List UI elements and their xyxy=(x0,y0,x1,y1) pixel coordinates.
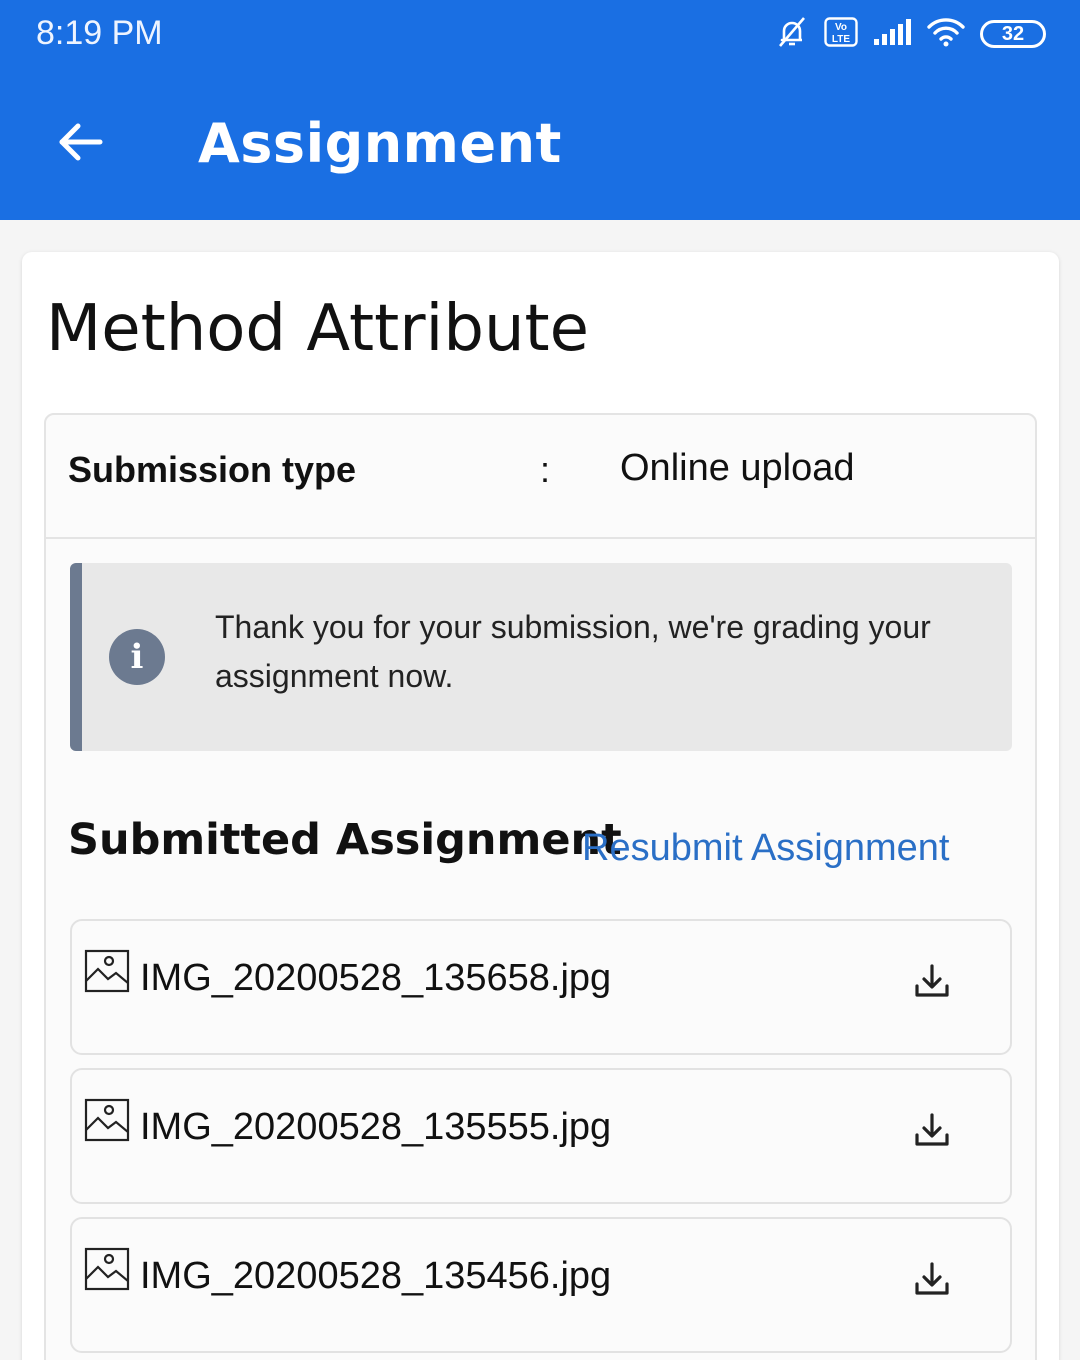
file-name: IMG_20200528_135555.jpg xyxy=(140,1106,612,1148)
submitted-assignment-heading: Submitted Assignment xyxy=(68,815,622,865)
info-icon: i xyxy=(109,629,165,685)
submission-type-row: Submission type : Online upload xyxy=(46,415,1035,539)
wifi-icon xyxy=(926,16,966,53)
download-icon xyxy=(915,964,949,997)
download-button[interactable] xyxy=(910,1257,954,1301)
image-icon xyxy=(84,1098,130,1142)
download-icon xyxy=(915,1113,949,1146)
submission-type-label: Submission type xyxy=(68,449,357,490)
app-bar: 8:19 PM Vo LTE 32 Assignment xyxy=(0,0,1080,220)
back-button[interactable] xyxy=(48,110,112,174)
alert-message: Thank you for your submission, we're gra… xyxy=(215,609,931,694)
file-item[interactable]: IMG_20200528_135658.jpg xyxy=(70,919,1012,1055)
file-name: IMG_20200528_135658.jpg xyxy=(140,957,612,999)
file-name: IMG_20200528_135456.jpg xyxy=(140,1255,612,1297)
file-item[interactable]: IMG_20200528_135555.jpg xyxy=(70,1068,1012,1204)
volte-icon: Vo LTE xyxy=(824,16,858,52)
separator: : xyxy=(540,449,551,490)
submission-type-value: Online upload xyxy=(620,447,855,489)
grading-alert: i Thank you for your submission, we're g… xyxy=(70,563,1012,751)
status-icons: Vo LTE 32 xyxy=(774,12,1046,56)
svg-text:Vo: Vo xyxy=(835,22,847,33)
card-title: Method Attribute xyxy=(46,292,589,366)
download-icon xyxy=(915,1262,949,1295)
image-icon xyxy=(84,949,130,993)
file-item[interactable]: IMG_20200528_135456.jpg xyxy=(70,1217,1012,1353)
battery-icon: 32 xyxy=(980,20,1046,48)
arrow-left-icon xyxy=(59,123,103,161)
submission-panel: Submission type : Online upload i Thank … xyxy=(44,413,1037,1360)
signal-icon xyxy=(872,17,912,52)
download-button[interactable] xyxy=(910,1108,954,1152)
download-button[interactable] xyxy=(910,959,954,1003)
resubmit-assignment-link[interactable]: Resubmit Assignment xyxy=(582,827,950,870)
status-time: 8:19 PM xyxy=(36,14,163,52)
method-card: Method Attribute Submission type : Onlin… xyxy=(22,252,1059,1360)
mute-icon xyxy=(774,14,810,55)
image-icon xyxy=(84,1247,130,1291)
page-title: Assignment xyxy=(198,112,562,175)
svg-text:LTE: LTE xyxy=(832,34,850,45)
